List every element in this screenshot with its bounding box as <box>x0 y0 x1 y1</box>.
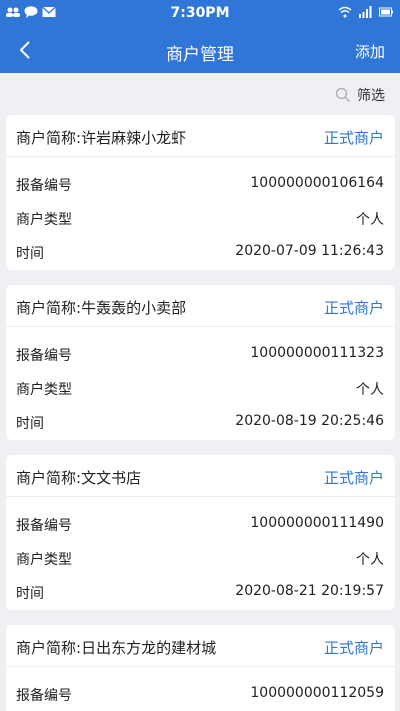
merchant-name-value: 牛轰轰的小卖部 <box>81 299 187 317</box>
page-title: 商户管理 <box>166 45 234 65</box>
record-no-value: 100000000106164 <box>250 175 384 191</box>
record-no-label: 报备编号 <box>16 348 72 364</box>
record-no-label: 报备编号 <box>16 178 72 194</box>
merchant-status-badge: 正式商户 <box>323 129 384 147</box>
merchant-card[interactable]: 商户简称:牛轰轰的小卖部 正式商户 报备编号 100000000111323 商… <box>6 285 395 440</box>
merchant-name-value: 许岩麻辣小龙虾 <box>81 129 187 147</box>
time-row: 时间 2020-07-09 11:26:43 <box>6 235 395 269</box>
signal-icon <box>359 6 372 18</box>
wifi-icon <box>338 6 352 18</box>
type-value: 个人 <box>356 212 384 228</box>
merchant-name: 商户简称:文文书店 <box>16 467 141 488</box>
time-value: 2020-08-19 20:25:46 <box>235 413 384 429</box>
filter-button[interactable]: 筛选 <box>335 85 385 105</box>
merchant-card-header: 商户简称:许岩麻辣小龙虾 正式商户 <box>6 115 395 157</box>
merchant-card[interactable]: 商户简称:日出东方龙的建材城 正式商户 报备编号 100000000112059 <box>6 625 395 711</box>
merchant-card[interactable]: 商户简称:文文书店 正式商户 报备编号 100000000111490 商户类型… <box>6 455 395 610</box>
record-no-value: 100000000111490 <box>250 515 384 531</box>
merchant-name: 商户简称:日出东方龙的建材城 <box>16 637 216 658</box>
time-value: 2020-08-21 20:19:57 <box>235 583 384 599</box>
merchant-status-badge: 正式商户 <box>323 639 384 657</box>
record-no-value: 100000000111323 <box>250 345 384 361</box>
add-button[interactable]: 添加 <box>355 41 385 62</box>
merchant-name-prefix: 商户简称: <box>16 469 82 487</box>
type-row: 商户类型 个人 <box>6 201 395 235</box>
merchant-status-badge: 正式商户 <box>323 299 384 317</box>
merchant-name-value: 文文书店 <box>81 469 142 487</box>
merchant-card-header: 商户简称:文文书店 正式商户 <box>6 455 395 497</box>
merchant-name-prefix: 商户简称: <box>16 639 82 657</box>
record-no-row: 报备编号 100000000106164 <box>6 167 395 201</box>
time-label: 时间 <box>16 246 44 262</box>
merchant-name-prefix: 商户简称: <box>16 129 82 147</box>
merchant-status-badge: 正式商户 <box>323 469 384 487</box>
record-no-value: 100000000112059 <box>250 685 384 701</box>
type-value: 个人 <box>356 552 384 568</box>
merchant-card[interactable]: 商户简称:许岩麻辣小龙虾 正式商户 报备编号 100000000106164 商… <box>6 115 395 270</box>
merchant-name: 商户简称:许岩麻辣小龙虾 <box>16 127 186 148</box>
time-row: 时间 2020-08-19 20:25:46 <box>6 405 395 439</box>
nav-bar: 商户管理 添加 <box>0 27 400 73</box>
time-row: 时间 2020-08-21 20:19:57 <box>6 575 395 609</box>
type-label: 商户类型 <box>16 212 72 228</box>
merchant-name-prefix: 商户简称: <box>16 299 82 317</box>
filter-label: 筛选 <box>357 88 385 104</box>
record-no-row: 报备编号 100000000112059 <box>6 677 395 711</box>
battery-icon <box>379 7 393 17</box>
filter-row: 筛选 <box>0 80 400 108</box>
type-label: 商户类型 <box>16 382 72 398</box>
type-row: 商户类型 个人 <box>6 371 395 405</box>
merchant-name: 商户简称:牛轰轰的小卖部 <box>16 297 186 318</box>
time-label: 时间 <box>16 586 44 602</box>
time-value: 2020-07-09 11:26:43 <box>235 243 384 259</box>
record-no-label: 报备编号 <box>16 688 72 704</box>
status-bar: 7:30PM <box>0 0 400 27</box>
status-right <box>338 6 394 18</box>
record-no-row: 报备编号 100000000111490 <box>6 507 395 541</box>
record-no-row: 报备编号 100000000111323 <box>6 337 395 371</box>
record-no-label: 报备编号 <box>16 518 72 534</box>
search-icon <box>335 87 350 102</box>
merchant-card-header: 商户简称:日出东方龙的建材城 正式商户 <box>6 625 395 667</box>
time-label: 时间 <box>16 416 44 432</box>
merchant-card-header: 商户简称:牛轰轰的小卖部 正式商户 <box>6 285 395 327</box>
type-row: 商户类型 个人 <box>6 541 395 575</box>
type-label: 商户类型 <box>16 552 72 568</box>
type-value: 个人 <box>356 382 384 398</box>
merchant-name-value: 日出东方龙的建材城 <box>81 639 217 657</box>
